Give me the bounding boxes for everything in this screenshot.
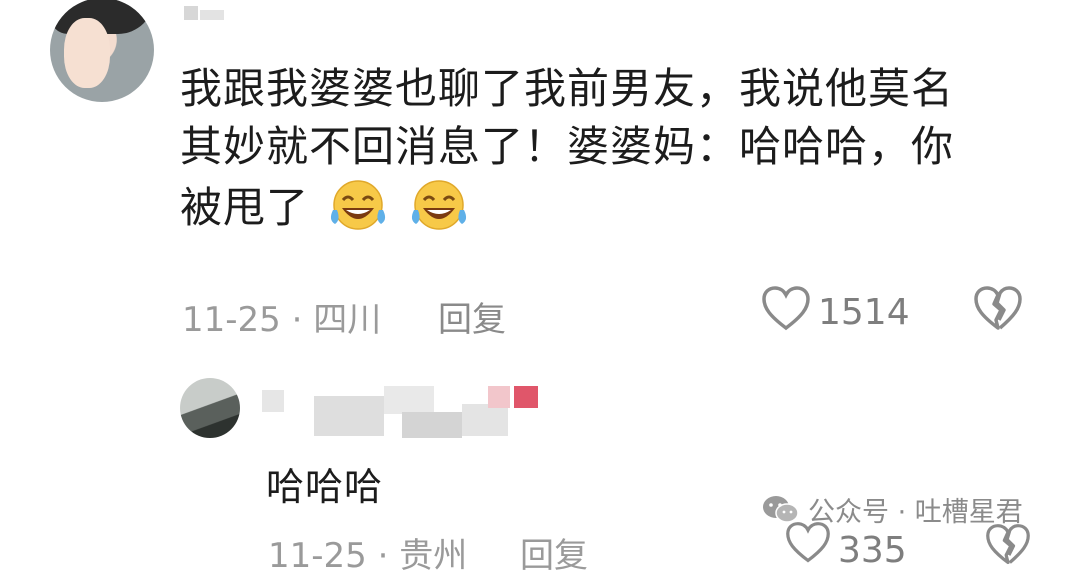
comment-date-location: 11-25 · 四川 [182, 300, 382, 340]
comment-line-3-text: 被甩了 [180, 183, 310, 232]
tears-of-joy-emoji-icon [331, 180, 386, 230]
dislike-broken-heart-icon[interactable] [984, 522, 1032, 568]
replier-avatar[interactable] [180, 378, 240, 438]
like-heart-icon[interactable] [784, 520, 832, 566]
dislike-broken-heart-icon[interactable] [972, 284, 1024, 334]
like-heart-icon[interactable] [760, 284, 812, 334]
tears-of-joy-emoji-icon [411, 180, 466, 230]
comment-line-3: 被甩了 [180, 176, 1040, 237]
comment-reply-button[interactable]: 回复 [438, 292, 506, 341]
reply-body: 哈哈哈 [266, 465, 384, 509]
comment-line-1: 我跟我婆婆也聊了我前男友，我说他莫名 [180, 64, 955, 113]
comment-body: 我跟我婆婆也聊了我前男友，我说他莫名 其妙就不回消息了！婆婆妈：哈哈哈，你 被甩… [180, 60, 1040, 237]
reply-reply-button[interactable]: 回复 [520, 528, 588, 577]
comment-line-2: 其妙就不回消息了！婆婆妈：哈哈哈，你 [180, 122, 955, 171]
comment-like-count: 1514 [818, 292, 910, 333]
commenter-avatar[interactable] [50, 0, 154, 102]
commenter-username-obscured[interactable] [184, 0, 228, 22]
reply-date-location: 11-25 · 贵州 [268, 536, 468, 576]
avatar-face [64, 18, 110, 88]
replier-username-obscured[interactable] [262, 382, 562, 438]
